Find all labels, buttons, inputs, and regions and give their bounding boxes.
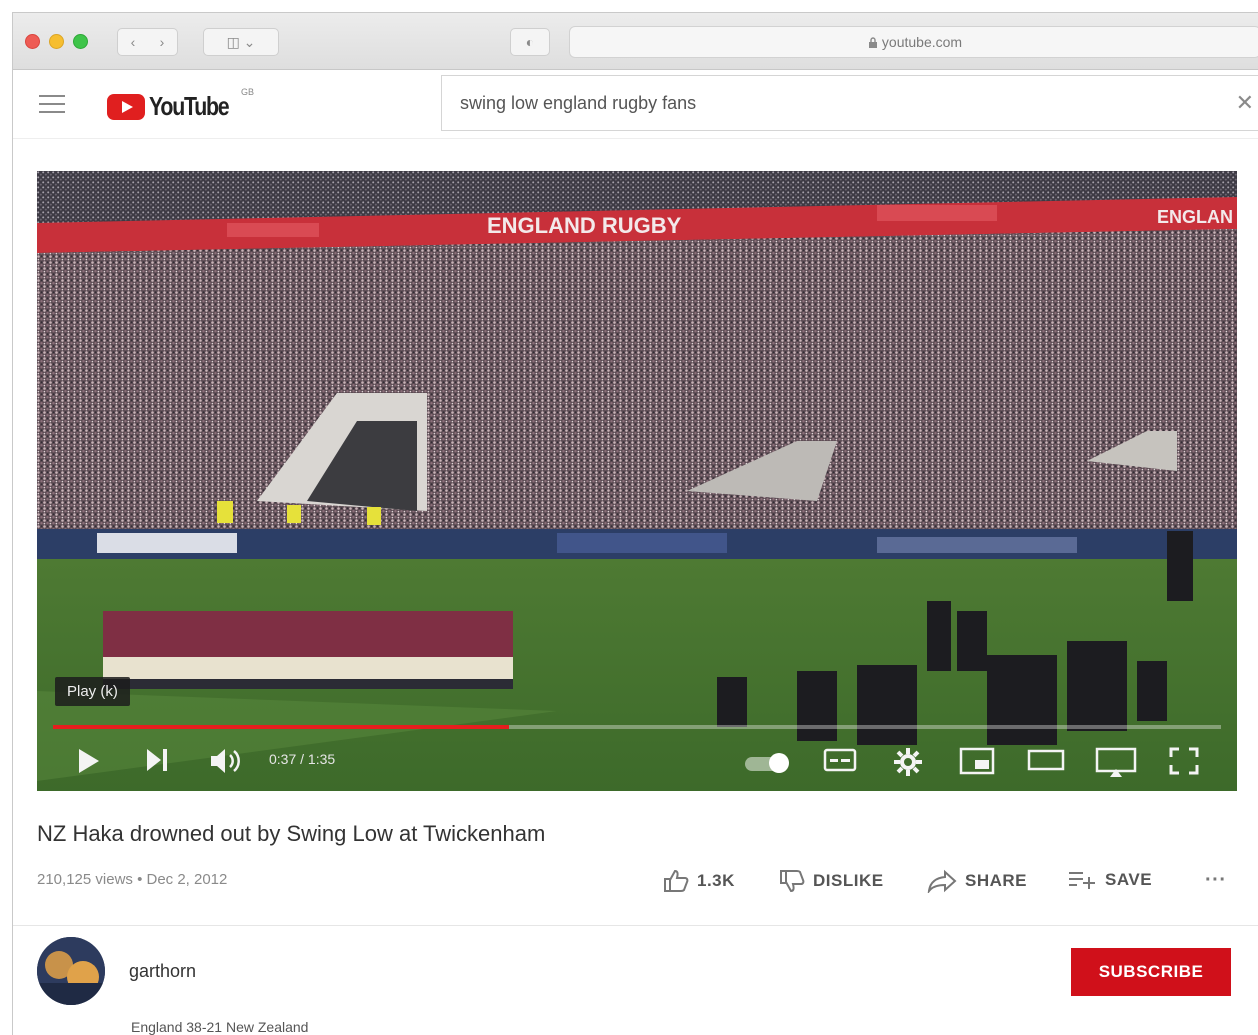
address-url: youtube.com <box>881 34 963 50</box>
video-frame: ENGLAND RUGBY ENGLAN <box>37 171 1237 791</box>
clear-search-icon[interactable]: ✕ <box>1236 90 1254 116</box>
play-tooltip: Play (k) <box>55 677 130 706</box>
browser-window: ‹ › ◫ ⌄ ◐ youtube.com YouTube GB ✕ <box>12 12 1258 1035</box>
thumbs-down-icon <box>780 870 805 893</box>
youtube-play-icon <box>107 94 145 120</box>
avatar-image <box>37 937 105 1005</box>
cast-icon[interactable] <box>1095 747 1137 779</box>
next-icon[interactable] <box>145 747 169 773</box>
thumbs-up-icon <box>664 869 689 892</box>
dislike-label: DISLIKE <box>813 871 884 890</box>
time-display: 0:37 / 1:35 <box>269 751 336 767</box>
sidebar-toggle-button[interactable]: ◫ ⌄ <box>203 28 279 56</box>
video-description: England 38-21 New Zealand <box>131 1019 309 1035</box>
forward-button[interactable]: › <box>147 28 178 56</box>
search-box: ✕ <box>441 75 1258 131</box>
channel-avatar[interactable] <box>37 937 105 1005</box>
youtube-header: YouTube GB ✕ <box>13 70 1258 139</box>
more-actions-icon[interactable]: ··· <box>1205 869 1226 892</box>
share-label: SHARE <box>965 871 1028 890</box>
banner-text-secondary: ENGLAN <box>1157 207 1233 227</box>
dislike-button[interactable]: DISLIKE <box>779 869 884 893</box>
subscribe-button[interactable]: SUBSCRIBE <box>1071 948 1231 996</box>
play-icon[interactable] <box>77 747 101 775</box>
subtitles-icon[interactable] <box>823 747 857 773</box>
minimize-window-button[interactable] <box>49 34 64 49</box>
save-label: SAVE <box>1105 870 1153 889</box>
back-button[interactable]: ‹ <box>117 28 149 56</box>
section-divider <box>13 925 1258 926</box>
channel-name[interactable]: garthorn <box>129 961 196 982</box>
theater-mode-icon[interactable] <box>1027 747 1065 773</box>
progress-bar[interactable] <box>53 725 1221 729</box>
miniplayer-icon[interactable] <box>959 747 995 775</box>
like-count: 1.3K <box>697 871 735 890</box>
banner-text: ENGLAND RUGBY <box>487 213 682 238</box>
like-button[interactable]: 1.3K <box>663 869 735 893</box>
logo-wordmark: YouTube <box>149 91 230 121</box>
video-meta: 210,125 views • Dec 2, 2012 <box>37 871 228 888</box>
share-button[interactable]: SHARE <box>927 869 1027 893</box>
video-title: NZ Haka drowned out by Swing Low at Twic… <box>37 821 546 846</box>
settings-gear-icon[interactable] <box>893 747 923 777</box>
lock-icon <box>868 37 877 48</box>
fullscreen-icon[interactable] <box>1169 747 1199 775</box>
close-window-button[interactable] <box>25 34 40 49</box>
hamburger-menu-icon[interactable] <box>39 95 65 113</box>
player-controls: 0:37 / 1:35 <box>37 737 1237 791</box>
progress-fill <box>53 725 509 729</box>
playlist-add-icon <box>1069 872 1095 889</box>
save-button[interactable]: SAVE <box>1067 869 1152 891</box>
address-bar[interactable]: youtube.com <box>569 26 1258 58</box>
privacy-shield-icon[interactable]: ◐ <box>510 28 550 56</box>
logo-country-code: GB <box>241 87 255 97</box>
autoplay-toggle[interactable] <box>745 753 789 773</box>
video-player[interactable]: ENGLAND RUGBY ENGLAN Play (k) 0:37 / 1:3… <box>37 171 1237 791</box>
share-arrow-icon <box>927 869 957 893</box>
search-input[interactable] <box>460 76 1200 130</box>
volume-icon[interactable] <box>209 747 241 775</box>
zoom-window-button[interactable] <box>73 34 88 49</box>
browser-toolbar: ‹ › ◫ ⌄ ◐ youtube.com <box>13 13 1258 70</box>
